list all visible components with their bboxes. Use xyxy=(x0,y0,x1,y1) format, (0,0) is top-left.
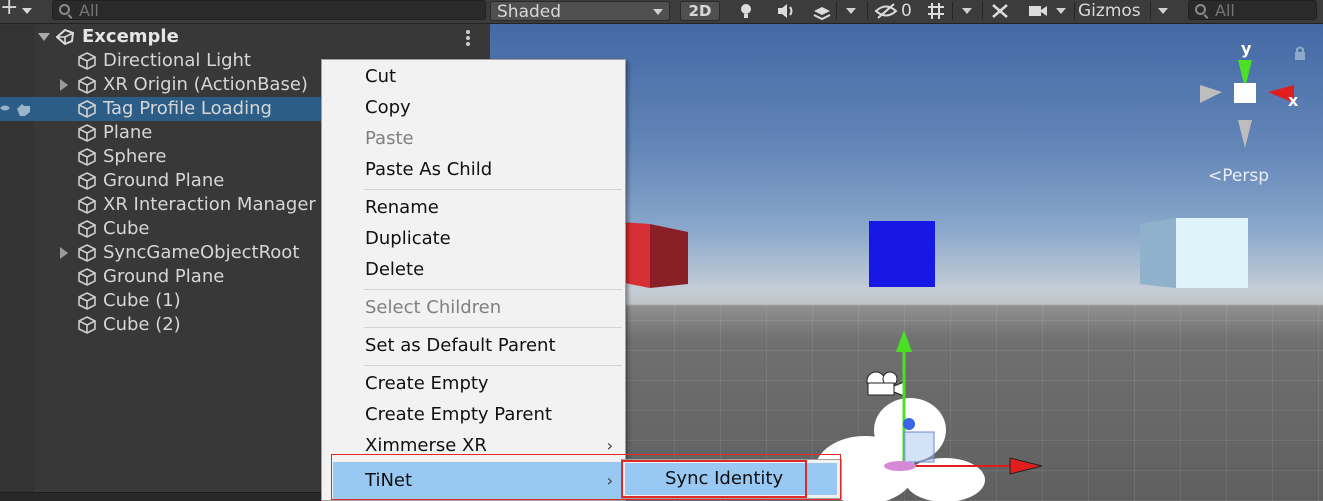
gameobject-cube-icon xyxy=(78,196,96,214)
gameobject-cube-icon xyxy=(78,244,96,262)
gameobject-cube-icon xyxy=(78,172,96,190)
expand-arrow-icon[interactable] xyxy=(60,79,68,91)
lock-icon[interactable] xyxy=(1294,46,1306,60)
menu-item-paste: Paste xyxy=(322,124,625,154)
hierarchy-item-label: Cube xyxy=(103,218,150,239)
hierarchy-item-label: Sphere xyxy=(103,146,167,167)
hierarchy-toolbar: + xyxy=(0,0,490,24)
more-options-icon[interactable] xyxy=(466,30,470,46)
gameobject-cube-icon xyxy=(78,76,96,94)
gameobject-cube-icon xyxy=(78,124,96,142)
menu-item-label: Duplicate xyxy=(365,228,451,249)
selection-blob xyxy=(905,458,985,501)
hierarchy-item-label: Directional Light xyxy=(103,50,251,71)
menu-item-paste-as-child[interactable]: Paste As Child xyxy=(322,155,625,185)
rotation-hint xyxy=(884,461,916,471)
hierarchy-search-input[interactable] xyxy=(79,1,259,19)
hierarchy-item-label: XR Origin (ActionBase) xyxy=(103,74,308,95)
red-cube-side xyxy=(650,224,688,288)
menu-item-ximmerse-xr[interactable]: Ximmerse XR › xyxy=(322,431,625,461)
plane-handle[interactable] xyxy=(903,431,935,463)
orientation-gizmo[interactable]: y x xyxy=(1198,40,1298,150)
y-axis-arrow[interactable] xyxy=(896,330,912,352)
gameobject-cube-icon xyxy=(78,316,96,334)
chevron-down-icon xyxy=(22,8,32,14)
white-cube-side xyxy=(1140,218,1176,288)
projection-label[interactable]: <Persp xyxy=(1208,166,1269,186)
menu-item-duplicate[interactable]: Duplicate xyxy=(322,224,625,254)
menu-item-label: Paste As Child xyxy=(365,159,493,180)
gameobject-cube-icon xyxy=(78,148,96,166)
search-icon xyxy=(59,4,70,15)
scene-name: Excemple xyxy=(82,26,179,47)
white-cube[interactable] xyxy=(1176,218,1248,288)
x-axis-arrow[interactable] xyxy=(1009,457,1043,475)
context-menu: Cut Copy Paste Paste As Child Rename Duplicat… xyxy=(321,59,626,501)
menu-item-label: Ximmerse XR xyxy=(365,435,487,456)
fold-arrow-icon[interactable] xyxy=(38,33,50,41)
gameobject-cube-icon xyxy=(78,220,96,238)
pickable-hand-icon[interactable] xyxy=(14,100,32,118)
scene-camera-icon[interactable] xyxy=(866,371,905,397)
menu-item-label: Set as Default Parent xyxy=(365,335,556,356)
menu-separator xyxy=(364,289,622,290)
gizmo-x-label: x xyxy=(1288,91,1298,110)
menu-item-select-children: Select Children xyxy=(322,293,625,323)
hierarchy-item-label: Cube (2) xyxy=(103,314,181,335)
hierarchy-item-label: Cube (1) xyxy=(103,290,181,311)
z-axis-handle[interactable] xyxy=(903,418,915,430)
menu-item-create-empty-parent[interactable]: Create Empty Parent xyxy=(322,400,625,430)
menu-item-tinet[interactable]: TiNet › xyxy=(333,462,625,500)
menu-item-label: Rename xyxy=(365,197,439,218)
hierarchy-item-label: Ground Plane xyxy=(103,170,225,191)
menu-item-label: Paste xyxy=(365,128,414,149)
menu-separator xyxy=(364,327,622,328)
gameobject-cube-icon xyxy=(78,100,96,118)
hierarchy-item-label: SyncGameObjectRoot xyxy=(103,242,300,263)
hierarchy-item-label: Plane xyxy=(103,122,153,143)
gameobject-cube-icon xyxy=(78,292,96,310)
menu-item-label: TiNet xyxy=(365,470,413,491)
menu-separator xyxy=(364,365,622,366)
blue-cube[interactable] xyxy=(869,221,935,287)
menu-item-label: Cut xyxy=(365,66,397,87)
menu-item-label: Create Empty Parent xyxy=(365,404,552,425)
expand-arrow-icon[interactable] xyxy=(60,247,68,259)
hierarchy-item-label: Tag Profile Loading xyxy=(103,98,272,119)
gizmo-neg-x-cone[interactable] xyxy=(1200,85,1222,103)
hierarchy-item-label: XR Interaction Manager xyxy=(103,194,316,215)
gameobject-cube-icon xyxy=(78,52,96,70)
tinet-submenu: Sync Identity xyxy=(621,459,842,499)
gizmo-y-label: y xyxy=(1241,40,1252,58)
menu-item-label: Delete xyxy=(365,259,425,280)
gizmo-neg-y-cone[interactable] xyxy=(1238,120,1252,148)
scene-root-row[interactable]: Excemple xyxy=(0,25,490,49)
menu-item-label: Create Empty xyxy=(365,373,489,394)
unity-scene-icon xyxy=(56,29,74,45)
menu-item-set-as-default-parent[interactable]: Set as Default Parent xyxy=(322,331,625,361)
create-dropdown-button[interactable]: + xyxy=(0,0,44,22)
menu-item-cut[interactable]: Cut xyxy=(322,62,625,92)
menu-item-sync-identity[interactable]: Sync Identity xyxy=(625,463,837,495)
menu-item-rename[interactable]: Rename xyxy=(322,193,625,223)
hierarchy-item-label: Ground Plane xyxy=(103,266,225,287)
gizmo-center-cube[interactable] xyxy=(1234,83,1256,103)
submenu-arrow-icon: › xyxy=(606,436,613,455)
menu-item-create-empty[interactable]: Create Empty xyxy=(322,369,625,399)
hierarchy-search[interactable] xyxy=(52,0,486,20)
menu-item-label: Select Children xyxy=(365,297,502,318)
menu-item-copy[interactable]: Copy xyxy=(322,93,625,123)
gameobject-cube-icon xyxy=(78,268,96,286)
plus-icon: + xyxy=(0,0,19,20)
menu-item-label: Copy xyxy=(365,97,411,118)
visibility-eye-icon[interactable] xyxy=(0,103,10,113)
menu-separator xyxy=(364,189,622,190)
submenu-arrow-icon: › xyxy=(606,471,613,490)
menu-item-delete[interactable]: Delete xyxy=(322,255,625,285)
